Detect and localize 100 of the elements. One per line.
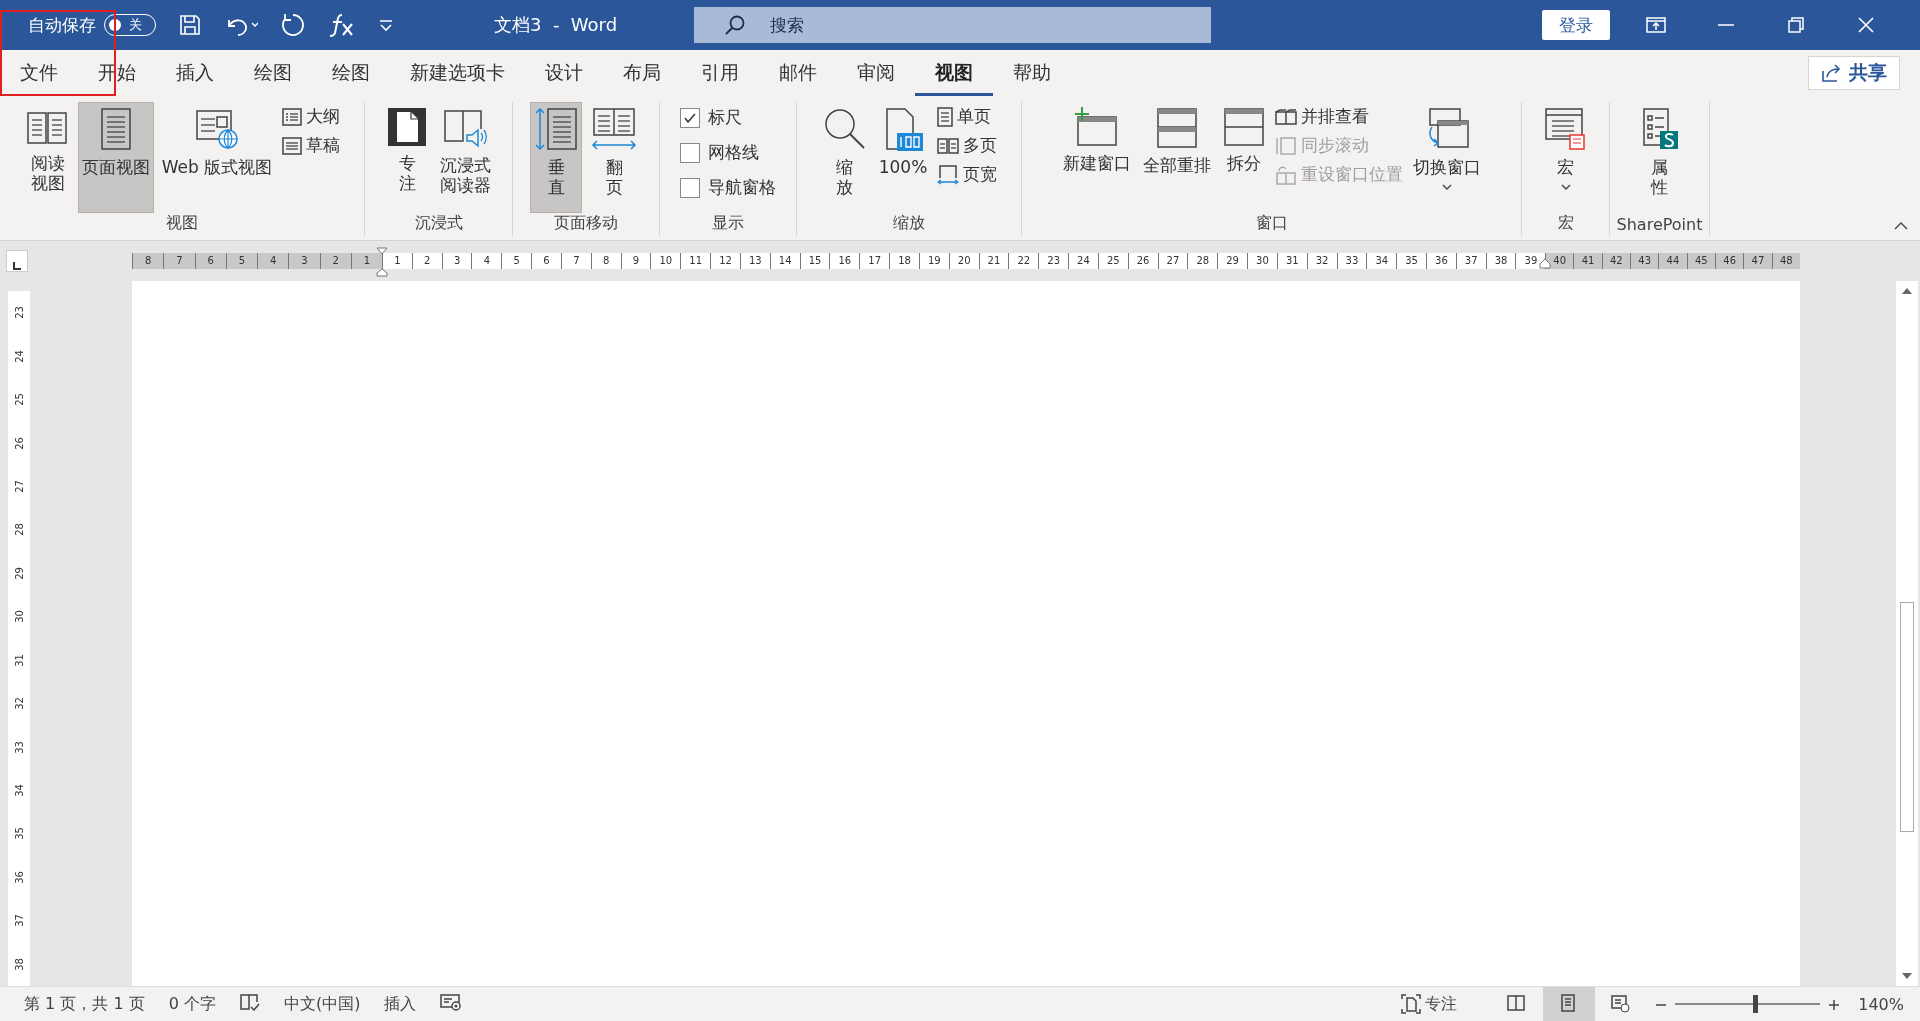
- ribbon-tab[interactable]: 新建选项卡: [390, 53, 525, 96]
- autosave-label: 自动保存: [28, 13, 96, 37]
- word-count[interactable]: 0 个字: [168, 993, 216, 1015]
- ruler-number: 36: [13, 871, 25, 884]
- focus-button[interactable]: 专注: [1395, 992, 1464, 1016]
- ribbon-button[interactable]: 垂直: [530, 102, 582, 213]
- ribbon-tab[interactable]: 设计: [525, 53, 603, 96]
- ribbon-button[interactable]: 页宽: [935, 162, 1000, 187]
- ribbon-button[interactable]: Web 版式视图: [157, 102, 277, 213]
- ribbon-tab[interactable]: 布局: [603, 53, 681, 96]
- ruler-number: 8: [590, 253, 621, 269]
- search-field[interactable]: 搜索: [694, 7, 1211, 43]
- new-window-icon: [1073, 107, 1120, 147]
- ruler-number: 23: [1038, 253, 1069, 269]
- vertical-scroll-icon: [534, 107, 578, 151]
- ribbon-button[interactable]: 宏: [1539, 102, 1592, 213]
- checkbox[interactable]: [680, 107, 700, 128]
- ruler-number: 28: [1187, 253, 1218, 269]
- zoom-level[interactable]: 140%: [1858, 994, 1904, 1014]
- ruler-number: 9: [620, 253, 651, 269]
- ruler-number: 43: [1630, 253, 1659, 269]
- group-label: 宏: [1556, 213, 1575, 234]
- group-label: 缩放: [892, 213, 926, 234]
- search-icon: [724, 14, 746, 36]
- ruler-number: 18: [889, 253, 919, 269]
- ruler-number: 24: [13, 349, 25, 363]
- ruler-number: 34: [13, 784, 25, 797]
- ribbon-tab[interactable]: 插入: [156, 53, 234, 96]
- ribbon-button[interactable]: 100%: [874, 102, 932, 213]
- ruler-number: 26: [13, 436, 25, 450]
- ruler-number: 14: [769, 253, 800, 269]
- ruler-number: 33: [13, 740, 25, 754]
- ribbon-button[interactable]: 单页: [935, 104, 1000, 129]
- tab-selector-icon[interactable]: [6, 250, 28, 272]
- window-title: 文档3 - Word: [494, 13, 619, 37]
- ribbon-tab[interactable]: 引用: [681, 53, 759, 96]
- reset-window-icon: [1274, 164, 1297, 185]
- ruler-number: 32: [13, 697, 25, 710]
- ribbon-button[interactable]: 翻页: [586, 102, 642, 213]
- ribbon-button[interactable]: 多页: [935, 133, 1000, 158]
- ruler-number: 19: [918, 253, 949, 269]
- share-icon: [1821, 63, 1841, 83]
- ribbon-tab[interactable]: 帮助: [993, 53, 1071, 96]
- ruler-number: 5: [225, 253, 257, 269]
- ribbon-button[interactable]: 新建窗口: [1058, 102, 1135, 213]
- check-icon: [684, 112, 696, 123]
- synchronous-scroll-icon: [1274, 135, 1297, 156]
- checkbox-label: 标尺: [708, 106, 742, 129]
- share-button[interactable]: 共享: [1808, 56, 1900, 90]
- ribbon-button[interactable]: 草稿: [280, 133, 343, 158]
- checkbox[interactable]: [680, 142, 700, 163]
- ribbon-tab[interactable]: 文件: [0, 53, 78, 96]
- web-layout-icon: [1611, 994, 1632, 1014]
- page-width-icon: [937, 164, 960, 185]
- focus-mode-icon: [1401, 994, 1422, 1014]
- language-status[interactable]: 中文(中国): [283, 993, 361, 1015]
- ruler-number: 32: [1306, 253, 1337, 269]
- ruler-number: 46: [1714, 253, 1744, 269]
- group-label: 沉浸式: [413, 213, 464, 234]
- ribbon-button[interactable]: 沉浸式阅读器: [436, 102, 495, 213]
- ruler-number: 44: [1658, 253, 1687, 269]
- ribbon-tab[interactable]: 绘图: [234, 53, 312, 96]
- ribbon-button[interactable]: 切换窗口: [1408, 102, 1485, 213]
- zoom-slider-thumb[interactable]: [1753, 995, 1758, 1013]
- group-label: SharePoint: [1615, 215, 1704, 236]
- ribbon-button[interactable]: 拆分: [1218, 102, 1269, 213]
- single-page-icon: [937, 106, 954, 127]
- ruler-number: 35: [1396, 253, 1426, 269]
- ribbon-button[interactable]: 专注: [382, 102, 432, 213]
- ruler-number: 29: [13, 567, 25, 580]
- ribbon-tab[interactable]: 邮件: [759, 53, 837, 96]
- page-count[interactable]: 第 1 页，共 1 页: [24, 993, 145, 1015]
- insert-mode[interactable]: 插入: [384, 993, 417, 1015]
- sign-in-button[interactable]: 登录: [1542, 10, 1610, 40]
- ribbon-button[interactable]: 大纲: [280, 104, 343, 129]
- group-label: 视图: [165, 213, 199, 234]
- ruler-number: 22: [1008, 253, 1039, 269]
- scrollbar[interactable]: [1896, 281, 1918, 986]
- ruler-number: 8: [132, 253, 164, 269]
- ruler-number: 38: [13, 957, 25, 971]
- ribbon-button[interactable]: 缩放: [818, 102, 871, 213]
- group-label: 页面移动: [553, 213, 619, 234]
- ruler-number: 37: [1455, 253, 1486, 269]
- ruler-number: 13: [739, 253, 770, 269]
- side-to-side-icon: [590, 107, 638, 151]
- scrollbar-thumb[interactable]: [1900, 602, 1914, 832]
- ribbon-button[interactable]: 并排查看: [1272, 104, 1405, 129]
- ribbon-tab[interactable]: 绘图: [312, 53, 390, 96]
- ruler-number: 29: [1217, 253, 1247, 269]
- ruler-number: 11: [680, 253, 711, 269]
- checkbox[interactable]: [680, 177, 700, 198]
- ribbon-tab[interactable]: 审阅: [837, 53, 915, 96]
- ruler-number: 33: [1336, 253, 1367, 269]
- ribbon-button[interactable]: 属性: [1634, 102, 1685, 215]
- ribbon-button[interactable]: 阅读视图: [21, 102, 74, 213]
- ribbon-button[interactable]: 全部重排: [1138, 102, 1215, 213]
- macro-icon: [1543, 107, 1588, 151]
- ruler-number: 34: [1366, 253, 1397, 269]
- view-button[interactable]: [1543, 987, 1596, 1021]
- ribbon-button[interactable]: 页面视图: [77, 102, 154, 213]
